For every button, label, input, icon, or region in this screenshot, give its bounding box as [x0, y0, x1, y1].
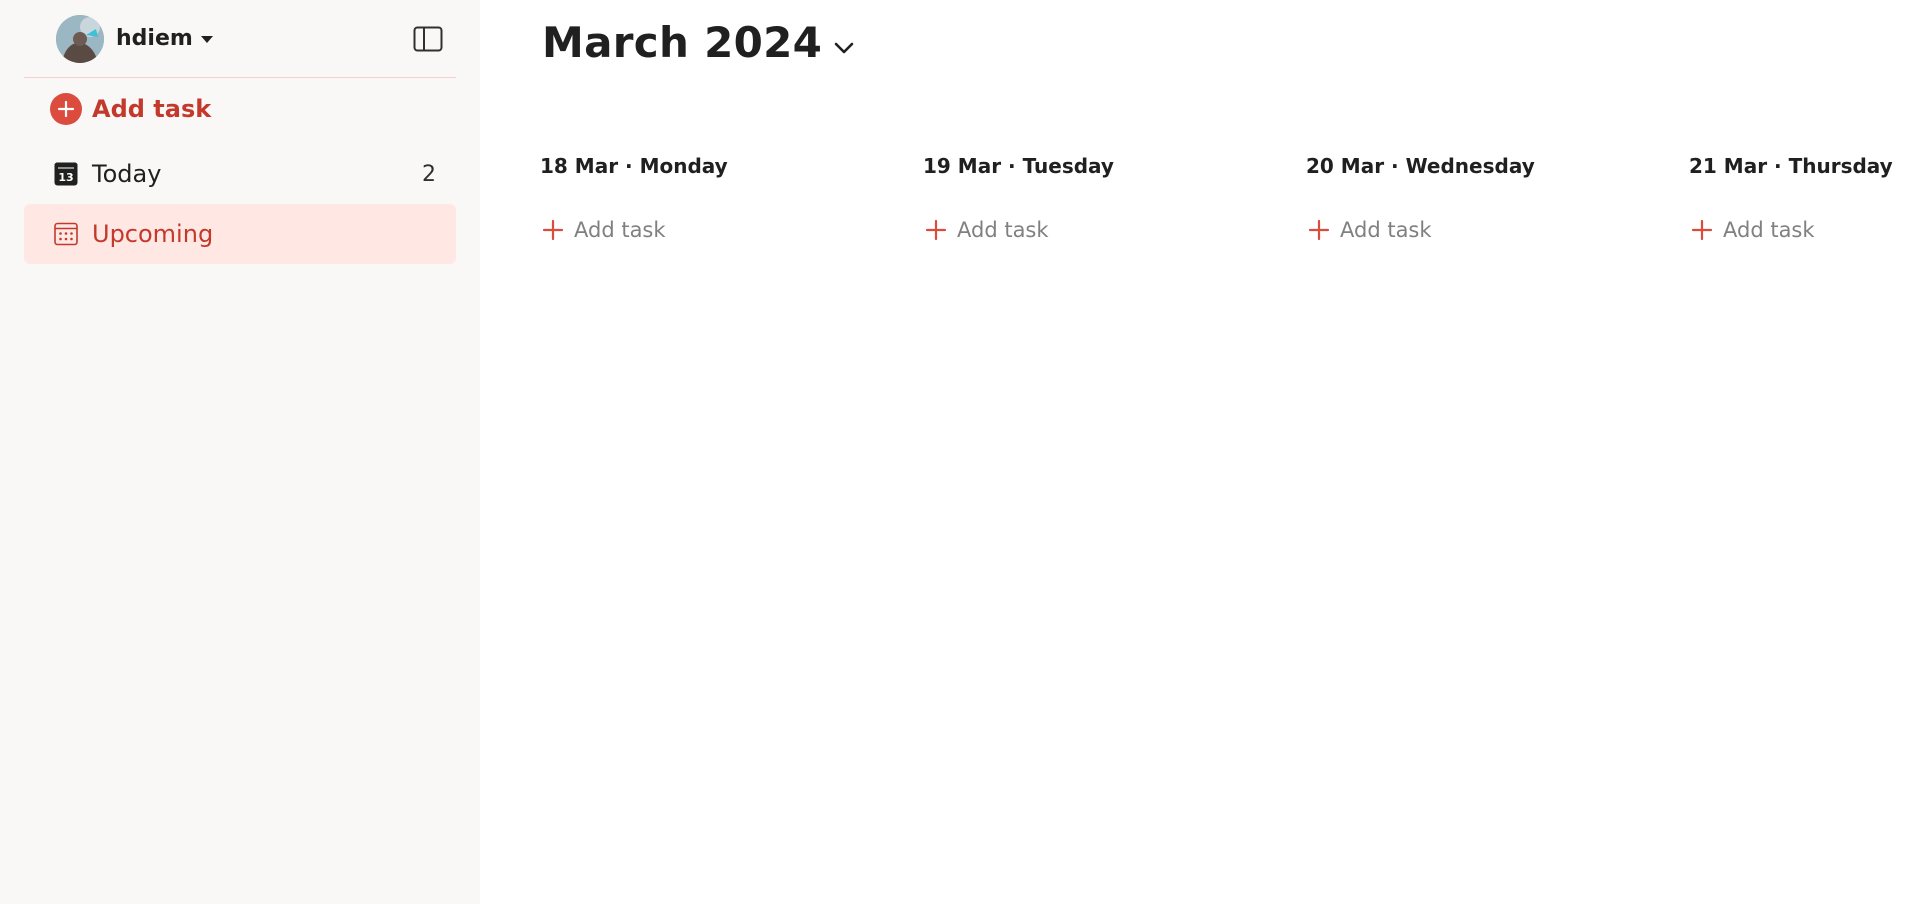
day-title: 20 Mar · Wednesday — [1306, 154, 1535, 178]
caret-down-icon — [200, 36, 213, 43]
plus-icon — [1691, 219, 1713, 241]
sidebar-item-label: Today — [92, 160, 162, 188]
day-title: 19 Mar · Tuesday — [923, 154, 1114, 178]
sidebar-item-upcoming[interactable]: Upcoming — [24, 204, 456, 264]
day-add-task-button[interactable]: Add task — [923, 218, 1306, 242]
sidebar-add-task-button[interactable]: Add task — [24, 78, 456, 140]
today-date-badge: 13 — [58, 171, 73, 184]
day-columns: 18 Mar · Monday Add task 19 Mar · Tuesda… — [540, 154, 1920, 242]
plus-icon — [925, 219, 947, 241]
add-task-label: Add task — [1340, 218, 1432, 242]
calendar-upcoming-icon — [54, 222, 78, 246]
user-menu-button[interactable]: hdiem — [56, 14, 213, 63]
app-root: hdiem Add task 13 Today 2 Upcoming March… — [0, 0, 1920, 904]
calendar-today-icon: 13 — [54, 162, 78, 186]
add-task-label: Add task — [574, 218, 666, 242]
avatar — [56, 14, 104, 63]
plus-icon — [542, 219, 564, 241]
add-circle-icon — [50, 93, 82, 125]
day-column: 20 Mar · Wednesday Add task — [1306, 154, 1689, 242]
today-count-badge: 2 — [422, 161, 436, 187]
sidebar: hdiem Add task 13 Today 2 Upcoming — [0, 0, 480, 904]
day-column: 18 Mar · Monday Add task — [540, 154, 923, 242]
day-add-task-button[interactable]: Add task — [1689, 218, 1920, 242]
main-content: March 2024 18 Mar · Monday Add task 19 M… — [480, 0, 1920, 904]
add-task-label: Add task — [957, 218, 1049, 242]
username: hdiem — [116, 26, 193, 51]
plus-icon — [1308, 219, 1330, 241]
chevron-down-icon — [834, 42, 854, 53]
day-title: 18 Mar · Monday — [540, 154, 728, 178]
day-add-task-button[interactable]: Add task — [540, 218, 923, 242]
sidebar-item-today[interactable]: 13 Today 2 — [24, 144, 456, 204]
add-task-label: Add task — [1723, 218, 1815, 242]
page-title: March 2024 — [542, 18, 823, 67]
sidebar-header: hdiem — [24, 0, 456, 78]
day-title: 21 Mar · Thursday — [1689, 154, 1893, 178]
day-column: 21 Mar · Thursday Add task — [1689, 154, 1920, 242]
day-add-task-button[interactable]: Add task — [1306, 218, 1689, 242]
day-column: 19 Mar · Tuesday Add task — [923, 154, 1306, 242]
sidebar-toggle-icon — [413, 26, 443, 51]
add-task-label: Add task — [92, 95, 212, 123]
sidebar-item-label: Upcoming — [92, 220, 214, 248]
toggle-sidebar-button[interactable] — [408, 19, 448, 59]
month-picker-button[interactable]: March 2024 — [542, 18, 856, 67]
